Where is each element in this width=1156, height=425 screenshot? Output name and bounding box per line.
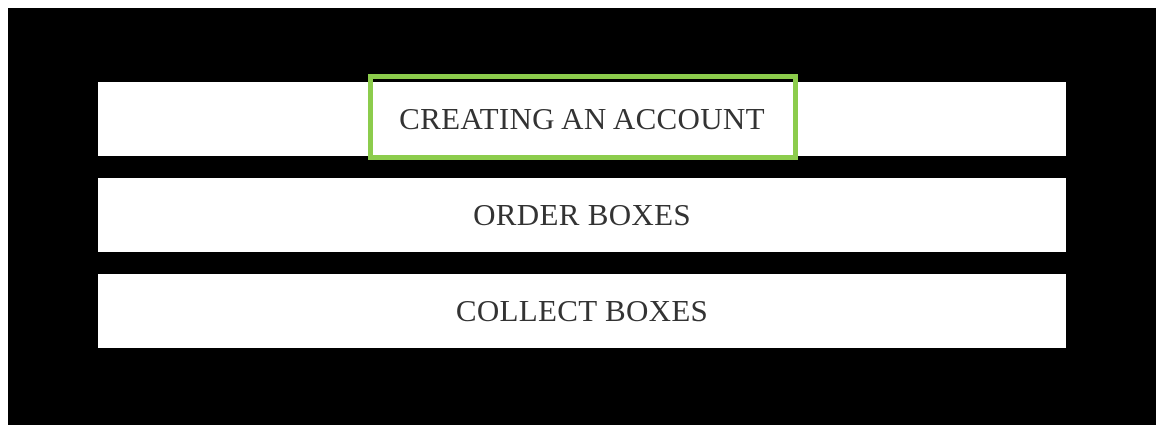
order-boxes-button[interactable]: ORDER BOXES xyxy=(98,178,1066,252)
collect-boxes-label: COLLECT BOXES xyxy=(455,293,709,328)
menu-panel: CREATING AN ACCOUNT ORDER BOXES COLLECT … xyxy=(8,8,1156,425)
collect-boxes-button[interactable]: COLLECT BOXES xyxy=(98,274,1066,348)
order-boxes-label: ORDER BOXES xyxy=(473,197,691,232)
creating-an-account-button[interactable]: CREATING AN ACCOUNT xyxy=(98,82,1066,156)
creating-an-account-label: CREATING AN ACCOUNT xyxy=(399,101,765,136)
